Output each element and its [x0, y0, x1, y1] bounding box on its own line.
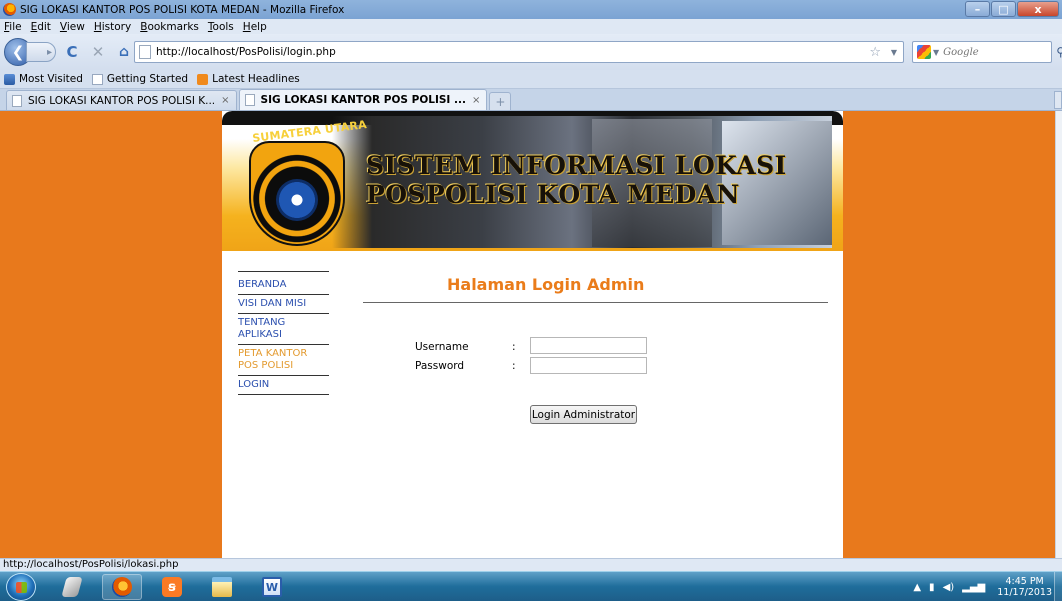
bookmark-star-icon[interactable]: ☆	[869, 45, 881, 60]
username-label: Username	[415, 341, 469, 353]
url-text[interactable]: http://localhost/PosPolisi/login.php	[156, 46, 336, 58]
show-desktop-button[interactable]	[1054, 572, 1062, 601]
windows-taskbar: ꞩ W ▲ ▮ ◀) ▂▄▆ 4:45 PM 11/17/2013	[0, 571, 1062, 601]
tab-2[interactable]: SIG LOKASI KANTOR POS POLISI ... ×	[238, 89, 488, 110]
taskbar-firefox[interactable]	[102, 574, 142, 600]
most-visited-icon	[4, 73, 15, 85]
site-banner: SUMATERA UTARA SISTEM INFORMASI LOKASI P…	[222, 111, 843, 251]
tab-scroll-right[interactable]	[1054, 91, 1062, 109]
new-tab-button[interactable]: +	[489, 92, 512, 110]
menu-help[interactable]: Help	[243, 21, 267, 33]
battery-icon[interactable]: ▮	[929, 582, 935, 593]
taskbar-explorer[interactable]	[202, 574, 242, 600]
page-icon	[12, 94, 22, 107]
page-icon	[91, 73, 103, 85]
folder-icon	[212, 577, 232, 597]
system-tray: ▲ ▮ ◀) ▂▄▆ 4:45 PM 11/17/2013	[913, 576, 1052, 598]
taskbar-word[interactable]: W	[252, 574, 292, 600]
sidebar-item-login[interactable]: LOGIN	[238, 376, 329, 395]
navigation-toolbar: ❮ ▸ C ✕ ⌂ http://localhost/PosPolisi/log…	[0, 34, 1062, 70]
headline-line-1: SISTEM INFORMASI LOKASI	[366, 151, 787, 180]
banner-headline: SISTEM INFORMASI LOKASI POSPOLISI KOTA M…	[366, 151, 787, 209]
home-icon[interactable]: ⌂	[114, 42, 134, 62]
password-field[interactable]	[530, 357, 647, 374]
password-colon: :	[512, 360, 516, 372]
bookmark-latest-headlines[interactable]: Latest Headlines	[197, 73, 300, 85]
xampp-icon: ꞩ	[162, 577, 182, 597]
page-container: SUMATERA UTARA SISTEM INFORMASI LOKASI P…	[222, 111, 843, 558]
username-colon: :	[512, 341, 516, 353]
sidebar-menu: BERANDA VISI DAN MISI TENTANG APLIKASI P…	[238, 271, 329, 395]
tab-1[interactable]: SIG LOKASI KANTOR POS POLISI K... ×	[6, 90, 237, 110]
word-icon: W	[262, 577, 282, 597]
firefox-icon	[3, 3, 16, 16]
tab-label: SIG LOKASI KANTOR POS POLISI ...	[260, 94, 466, 106]
clock[interactable]: 4:45 PM 11/17/2013	[997, 576, 1052, 598]
emblem-seal	[276, 179, 318, 221]
menu-history[interactable]: History	[94, 21, 131, 33]
headline-line-2: POSPOLISI KOTA MEDAN	[366, 180, 740, 209]
search-engine-dropdown-icon[interactable]: ▼	[933, 48, 939, 57]
clock-date: 11/17/2013	[997, 587, 1052, 598]
firefox-icon	[112, 577, 132, 597]
vertical-scrollbar[interactable]	[1055, 111, 1062, 558]
stop-icon[interactable]: ✕	[88, 42, 108, 62]
page-icon	[244, 94, 255, 106]
search-icon[interactable]: ⚲	[1056, 45, 1062, 59]
close-button[interactable]: x	[1017, 1, 1059, 17]
login-title: Halaman Login Admin	[447, 275, 645, 294]
forward-button[interactable]: ▸	[26, 42, 56, 62]
reload-icon[interactable]: C	[62, 42, 82, 62]
bookmark-label: Most Visited	[19, 73, 83, 85]
window-title: SIG LOKASI KANTOR POS POLISI KOTA MEDAN …	[20, 3, 345, 16]
menu-view[interactable]: View	[60, 21, 85, 33]
tab-label: SIG LOKASI KANTOR POS POLISI K...	[28, 94, 216, 107]
login-administrator-button[interactable]: Login Administrator	[530, 405, 637, 424]
search-input[interactable]	[943, 46, 1024, 58]
search-bar[interactable]: ▼ ⚲	[912, 41, 1062, 63]
page-viewport: SUMATERA UTARA SISTEM INFORMASI LOKASI P…	[0, 111, 1055, 558]
tab-close-icon[interactable]: ×	[472, 95, 480, 106]
window-titlebar: SIG LOKASI KANTOR POS POLISI KOTA MEDAN …	[0, 0, 1062, 19]
menu-tools[interactable]: Tools	[208, 21, 234, 33]
sidebar-item-peta-kantor[interactable]: PETA KANTOR POS POLISI	[238, 345, 329, 376]
url-dropdown-icon[interactable]: ▼	[891, 48, 897, 57]
status-bar: http://localhost/PosPolisi/lokasi.php	[0, 558, 1062, 571]
bookmarks-toolbar: Most Visited Getting Started Latest Head…	[0, 70, 1062, 89]
window-controls: – □ x	[964, 1, 1059, 17]
bookmark-label: Latest Headlines	[212, 73, 300, 85]
menu-edit[interactable]: Edit	[31, 21, 51, 33]
taskbar-app-1[interactable]	[52, 574, 92, 600]
page-icon	[139, 45, 151, 59]
menu-bar: File Edit View History Bookmarks Tools H…	[0, 19, 1062, 34]
clock-time: 4:45 PM	[1005, 576, 1044, 587]
sidebar-item-tentang-aplikasi[interactable]: TENTANG APLIKASI	[238, 314, 329, 345]
tray-expand-icon[interactable]: ▲	[913, 582, 921, 593]
taskbar-xampp[interactable]: ꞩ	[152, 574, 192, 600]
volume-icon[interactable]: ◀)	[943, 582, 955, 593]
sidebar-item-beranda[interactable]: BERANDA	[238, 276, 329, 295]
tab-strip: SIG LOKASI KANTOR POS POLISI K... × SIG …	[0, 89, 1062, 111]
sidebar-item-visi-misi[interactable]: VISI DAN MISI	[238, 295, 329, 314]
maximize-button[interactable]: □	[991, 1, 1016, 17]
address-bar[interactable]: http://localhost/PosPolisi/login.php ☆ ▼	[134, 41, 904, 63]
pencil-app-icon	[61, 577, 83, 597]
menu-file[interactable]: File	[4, 21, 22, 33]
network-icon[interactable]: ▂▄▆	[962, 582, 985, 593]
sidebar-divider	[238, 271, 329, 272]
bookmark-getting-started[interactable]: Getting Started	[91, 73, 189, 85]
start-button[interactable]	[6, 573, 36, 601]
search-engine-icon[interactable]	[917, 45, 931, 59]
bookmark-label: Getting Started	[106, 73, 189, 85]
password-label: Password	[415, 360, 465, 372]
login-divider	[363, 302, 828, 303]
bookmark-most-visited[interactable]: Most Visited	[4, 73, 83, 85]
minimize-button[interactable]: –	[965, 1, 990, 17]
username-field[interactable]	[530, 337, 647, 354]
menu-bookmarks[interactable]: Bookmarks	[140, 21, 199, 33]
tab-close-icon[interactable]: ×	[221, 95, 229, 106]
rss-icon	[197, 73, 209, 85]
